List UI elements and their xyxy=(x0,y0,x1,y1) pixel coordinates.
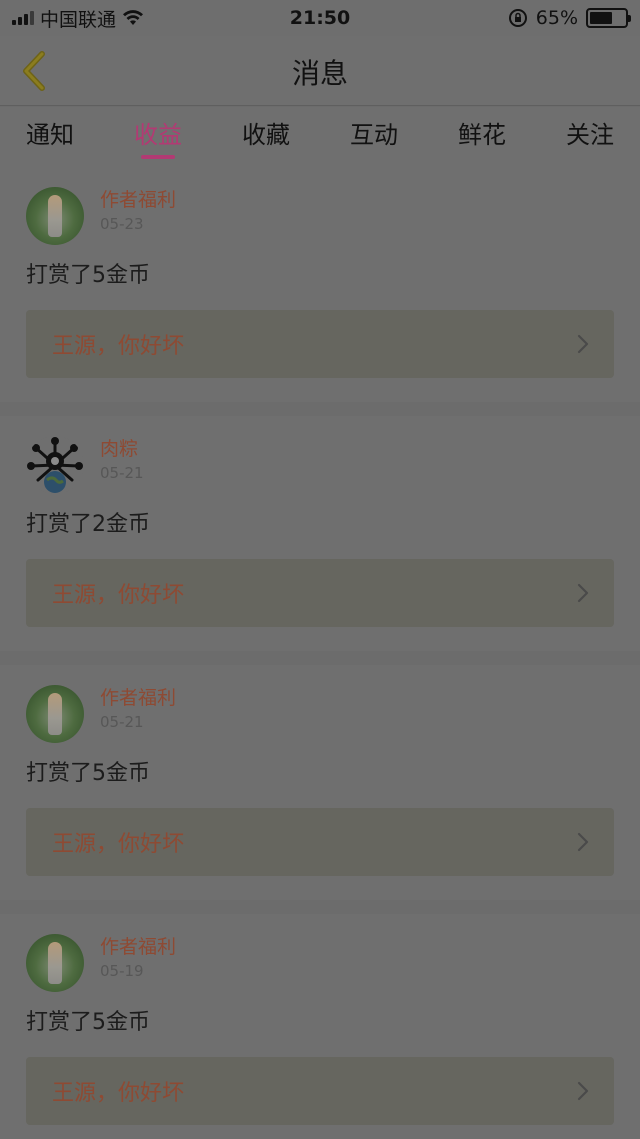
avatar[interactable] xyxy=(26,685,84,743)
chevron-right-icon xyxy=(577,334,589,354)
status-bar: 中国联通 21:50 65% xyxy=(0,0,640,36)
chapter-link[interactable]: 王源，你好坏 xyxy=(26,1057,614,1125)
tab-notifications[interactable]: 通知 xyxy=(26,115,74,159)
message-card: 作者福利 05-19 打赏了5金币 王源，你好坏 xyxy=(0,914,640,1139)
message-date: 05-19 xyxy=(100,962,144,980)
tab-following[interactable]: 关注 xyxy=(566,115,614,159)
author-name[interactable]: 肉粽 xyxy=(100,436,144,462)
message-date: 05-23 xyxy=(100,215,144,233)
orientation-lock-icon xyxy=(508,9,527,27)
avatar[interactable] xyxy=(26,934,84,992)
chapter-link[interactable]: 王源，你好坏 xyxy=(26,559,614,627)
chapter-title: 王源，你好坏 xyxy=(52,1081,185,1106)
message-list: 作者福利 05-23 打赏了5金币 王源，你好坏 肉粽 05-21 打赏了2金币… xyxy=(0,167,640,1139)
message-content: 打赏了5金币 xyxy=(26,761,150,786)
chapter-title: 王源，你好坏 xyxy=(52,334,185,359)
message-content: 打赏了5金币 xyxy=(26,1010,150,1035)
wifi-icon xyxy=(123,10,144,25)
author-name[interactable]: 作者福利 xyxy=(100,934,176,960)
chapter-title: 王源，你好坏 xyxy=(52,832,185,857)
battery-icon xyxy=(586,8,631,28)
status-left: 中国联通 xyxy=(12,5,144,32)
signal-icon xyxy=(12,11,34,25)
tab-bar: 通知 收益 收藏 互动 鲜花 关注 xyxy=(0,107,640,167)
tab-favorites[interactable]: 收藏 xyxy=(242,115,290,159)
battery-percent: 65% xyxy=(535,7,578,29)
tab-flowers[interactable]: 鲜花 xyxy=(458,115,506,159)
avatar[interactable] xyxy=(26,436,84,494)
tab-interactions[interactable]: 互动 xyxy=(350,115,398,159)
chevron-right-icon xyxy=(577,832,589,852)
nav-bar: 消息 xyxy=(0,36,640,106)
chapter-link[interactable]: 王源，你好坏 xyxy=(26,808,614,876)
tab-earnings[interactable]: 收益 xyxy=(134,115,182,159)
status-right: 65% xyxy=(508,7,631,29)
chapter-link[interactable]: 王源，你好坏 xyxy=(26,310,614,378)
message-content: 打赏了2金币 xyxy=(26,512,150,537)
chevron-right-icon xyxy=(577,583,589,603)
chapter-title: 王源，你好坏 xyxy=(52,583,185,608)
message-date: 05-21 xyxy=(100,713,144,731)
author-name[interactable]: 作者福利 xyxy=(100,187,176,213)
page-title: 消息 xyxy=(291,57,348,90)
author-name[interactable]: 作者福利 xyxy=(100,685,176,711)
message-card: 肉粽 05-21 打赏了2金币 王源，你好坏 xyxy=(0,416,640,651)
carrier-label: 中国联通 xyxy=(40,8,117,31)
message-card: 作者福利 05-21 打赏了5金币 王源，你好坏 xyxy=(0,665,640,900)
message-card: 作者福利 05-23 打赏了5金币 王源，你好坏 xyxy=(0,167,640,402)
chevron-right-icon xyxy=(577,1081,589,1101)
avatar[interactable] xyxy=(26,187,84,245)
message-content: 打赏了5金币 xyxy=(26,263,150,288)
message-date: 05-21 xyxy=(100,464,144,482)
